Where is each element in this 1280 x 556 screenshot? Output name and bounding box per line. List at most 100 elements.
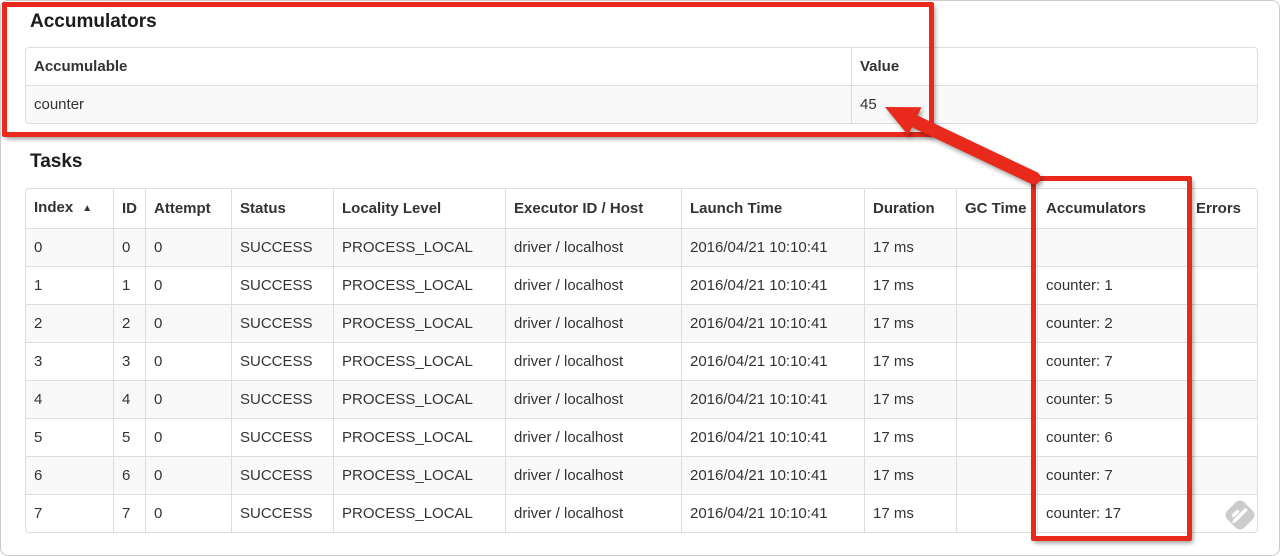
column-header-locality-level[interactable]: Locality Level	[333, 189, 505, 228]
cell-duration: 17 ms	[864, 304, 956, 342]
cell-locality-level: PROCESS_LOCAL	[333, 266, 505, 304]
cell-index: 4	[26, 380, 113, 418]
table-row: 6 6 0 SUCCESS PROCESS_LOCAL driver / localhos…	[26, 456, 1257, 494]
cell-executor-id-host: driver / localhost	[505, 418, 681, 456]
cell-attempt: 0	[145, 266, 231, 304]
cell-status: SUCCESS	[231, 266, 333, 304]
cell-errors	[1187, 456, 1257, 494]
column-header-duration[interactable]: Duration	[864, 189, 956, 228]
column-header-gc-time[interactable]: GC Time	[956, 189, 1037, 228]
column-header-launch-time[interactable]: Launch Time	[681, 189, 864, 228]
cell-index: 3	[26, 342, 113, 380]
table-row: 3 3 0 SUCCESS PROCESS_LOCAL driver / localhos…	[26, 342, 1257, 380]
cell-id: 0	[113, 228, 145, 266]
cell-gc-time	[956, 228, 1037, 266]
cell-duration: 17 ms	[864, 494, 956, 532]
tasks-heading: Tasks	[30, 151, 83, 172]
cell-accumulators: counter: 7	[1037, 456, 1187, 494]
cell-id: 2	[113, 304, 145, 342]
cell-id: 6	[113, 456, 145, 494]
cell-attempt: 0	[145, 418, 231, 456]
cell-accumulators: counter: 1	[1037, 266, 1187, 304]
table-row: 5 5 0 SUCCESS PROCESS_LOCAL driver / localhos…	[26, 418, 1257, 456]
cell-executor-id-host: driver / localhost	[505, 304, 681, 342]
cell-status: SUCCESS	[231, 418, 333, 456]
cell-value: 45	[851, 85, 1257, 123]
cell-index: 2	[26, 304, 113, 342]
cell-launch-time: 2016/04/21 10:10:41	[681, 494, 864, 532]
column-header-accumulable: Accumulable	[34, 58, 128, 75]
table-row: 0 0 0 SUCCESS PROCESS_LOCAL driver / localhos…	[26, 228, 1257, 266]
cell-gc-time	[956, 456, 1037, 494]
cell-errors	[1187, 228, 1257, 266]
cell-errors	[1187, 304, 1257, 342]
tasks-header-row: Index ▲ ID Attempt Status Locality Level Execu…	[26, 189, 1257, 228]
column-header-executor-id-host[interactable]: Executor ID / Host	[505, 189, 681, 228]
cell-executor-id-host: driver / localhost	[505, 456, 681, 494]
cell-launch-time: 2016/04/21 10:10:41	[681, 342, 864, 380]
cell-accumulators	[1037, 228, 1187, 266]
cell-duration: 17 ms	[864, 380, 956, 418]
table-row: 7 7 0 SUCCESS PROCESS_LOCAL driver / localhos…	[26, 494, 1257, 532]
cell-accumulators: counter: 7	[1037, 342, 1187, 380]
accumulators-heading: Accumulators	[30, 11, 157, 32]
cell-accumulators: counter: 6	[1037, 418, 1187, 456]
cell-locality-level: PROCESS_LOCAL	[333, 456, 505, 494]
cell-accumulators: counter: 17	[1037, 494, 1187, 532]
cell-status: SUCCESS	[231, 342, 333, 380]
cell-duration: 17 ms	[864, 266, 956, 304]
cell-duration: 17 ms	[864, 342, 956, 380]
tasks-section: Tasks Index ▲ ID Attempt Status Locality Leve…	[25, 150, 1258, 533]
cell-executor-id-host: driver / localhost	[505, 342, 681, 380]
cell-locality-level: PROCESS_LOCAL	[333, 228, 505, 266]
cell-id: 4	[113, 380, 145, 418]
column-header-index[interactable]: Index ▲	[26, 189, 113, 228]
table-row: 1 1 0 SUCCESS PROCESS_LOCAL driver / localhos…	[26, 266, 1257, 304]
accumulators-table: Accumulable Value counter 45	[25, 47, 1258, 124]
table-row: 4 4 0 SUCCESS PROCESS_LOCAL driver / localhos…	[26, 380, 1257, 418]
cell-duration: 17 ms	[864, 456, 956, 494]
cell-locality-level: PROCESS_LOCAL	[333, 418, 505, 456]
cell-id: 3	[113, 342, 145, 380]
cell-errors	[1187, 266, 1257, 304]
cell-errors	[1187, 418, 1257, 456]
cell-gc-time	[956, 418, 1037, 456]
table-row: 2 2 0 SUCCESS PROCESS_LOCAL driver / localhos…	[26, 304, 1257, 342]
accumulators-header-row: Accumulable Value	[26, 48, 1257, 85]
column-header-id[interactable]: ID	[113, 189, 145, 228]
cell-executor-id-host: driver / localhost	[505, 494, 681, 532]
cell-locality-level: PROCESS_LOCAL	[333, 342, 505, 380]
cell-index: 6	[26, 456, 113, 494]
column-header-attempt[interactable]: Attempt	[145, 189, 231, 228]
cell-executor-id-host: driver / localhost	[505, 380, 681, 418]
table-row: counter 45	[26, 85, 1257, 123]
cell-errors	[1187, 342, 1257, 380]
cell-accumulators: counter: 5	[1037, 380, 1187, 418]
cell-gc-time	[956, 304, 1037, 342]
cell-status: SUCCESS	[231, 494, 333, 532]
cell-locality-level: PROCESS_LOCAL	[333, 304, 505, 342]
cell-attempt: 0	[145, 380, 231, 418]
cell-accumulable: counter	[26, 85, 851, 123]
column-header-status[interactable]: Status	[231, 189, 333, 228]
cell-index: 0	[26, 228, 113, 266]
cell-launch-time: 2016/04/21 10:10:41	[681, 266, 864, 304]
cell-attempt: 0	[145, 456, 231, 494]
cell-attempt: 0	[145, 228, 231, 266]
column-header-accumulators[interactable]: Accumulators	[1037, 189, 1187, 228]
cell-locality-level: PROCESS_LOCAL	[333, 380, 505, 418]
cell-index: 1	[26, 266, 113, 304]
cell-index: 7	[26, 494, 113, 532]
cell-executor-id-host: driver / localhost	[505, 228, 681, 266]
cell-locality-level: PROCESS_LOCAL	[333, 494, 505, 532]
cell-attempt: 0	[145, 304, 231, 342]
cell-status: SUCCESS	[231, 380, 333, 418]
cell-launch-time: 2016/04/21 10:10:41	[681, 228, 864, 266]
column-header-errors[interactable]: Errors	[1187, 189, 1257, 228]
cell-errors	[1187, 380, 1257, 418]
sort-ascending-icon: ▲	[82, 203, 93, 214]
cell-gc-time	[956, 342, 1037, 380]
cell-errors	[1187, 494, 1257, 532]
cell-launch-time: 2016/04/21 10:10:41	[681, 418, 864, 456]
cell-gc-time	[956, 380, 1037, 418]
